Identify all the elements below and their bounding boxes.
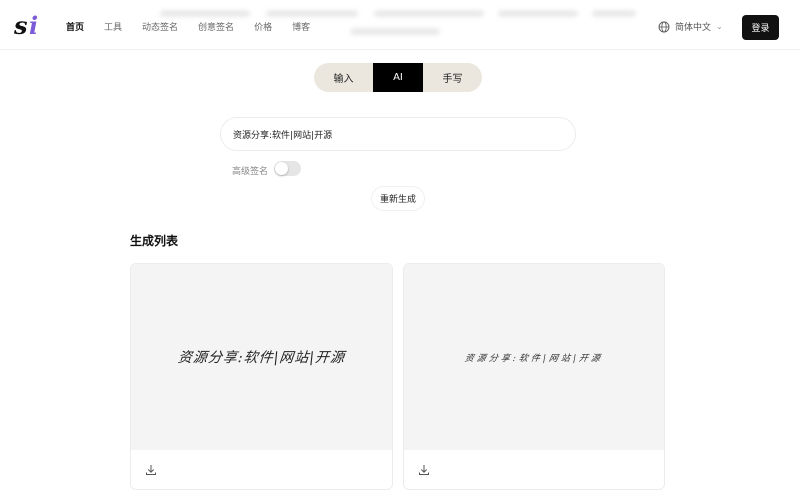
svg-text:i: i: [29, 12, 38, 40]
results-title: 生成列表: [130, 234, 179, 248]
regenerate-button[interactable]: 重新生成: [371, 186, 425, 211]
svg-text:s: s: [14, 12, 28, 40]
globe-icon: [658, 21, 670, 32]
advanced-signature-label: 高级签名: [232, 167, 269, 177]
nav-tools[interactable]: 工具: [104, 20, 122, 33]
download-icon[interactable]: [145, 464, 157, 476]
signature-text-input[interactable]: [220, 117, 576, 151]
top-header: s i 首页 工具 动态签名 创意签名 价格 博客 简体中文 ⌄ 登录: [0, 0, 800, 50]
tab-ai[interactable]: AI: [373, 63, 423, 92]
tab-handwrite[interactable]: 手写: [423, 63, 482, 92]
login-button[interactable]: 登录: [742, 15, 779, 40]
toggle-knob: [275, 162, 288, 175]
language-label: 简体中文: [675, 23, 712, 33]
result-card[interactable]: 资源分享:软件|网站|开源: [403, 263, 665, 490]
advanced-signature-toggle[interactable]: [274, 161, 301, 176]
result-card[interactable]: 资源分享:软件|网站|开源: [130, 263, 393, 490]
signature-preview: 资源分享:软件|网站|开源: [131, 264, 392, 450]
site-logo[interactable]: s i: [14, 12, 44, 40]
signature-text: 资源分享:软件|网站|开源: [463, 353, 604, 364]
signature-preview: 资源分享:软件|网站|开源: [404, 264, 664, 450]
signature-text: 资源分享:软件|网站|开源: [176, 350, 346, 366]
chevron-down-icon: ⌄: [716, 22, 723, 31]
nav-home[interactable]: 首页: [66, 20, 84, 33]
mode-tabs: 输入 AI 手写: [314, 63, 482, 92]
download-icon[interactable]: [418, 464, 430, 476]
blurred-announcement: [160, 6, 640, 40]
language-selector[interactable]: 简体中文 ⌄: [658, 20, 723, 33]
tab-input[interactable]: 输入: [314, 63, 373, 92]
